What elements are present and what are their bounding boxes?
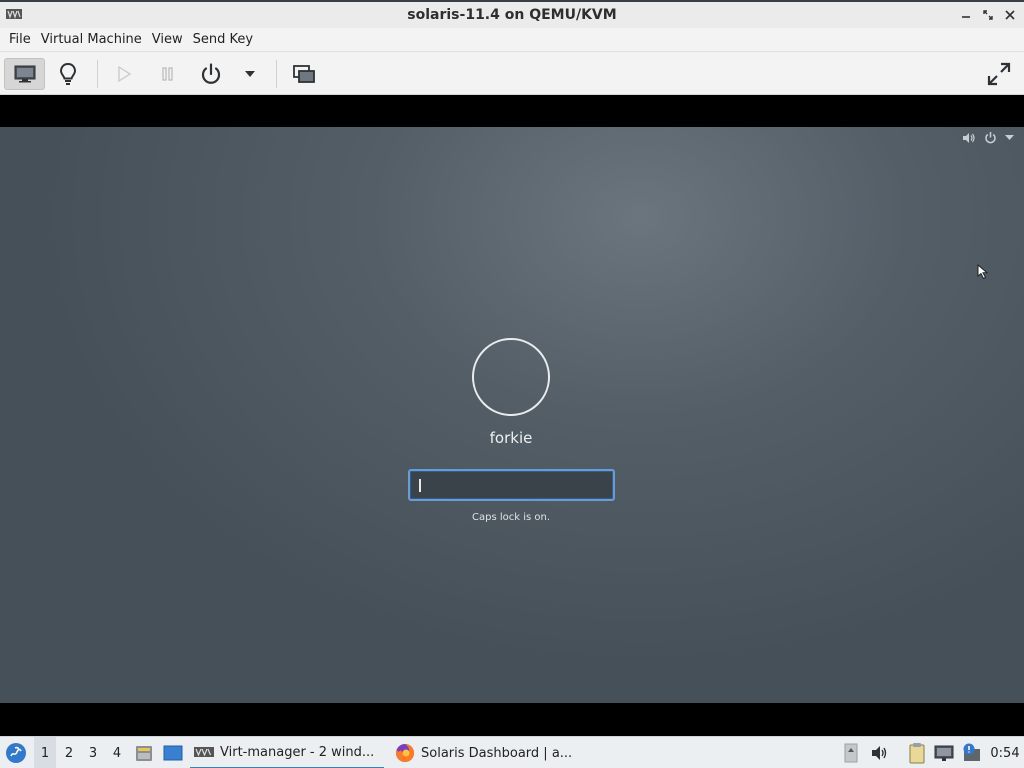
tray-notifications[interactable] <box>960 737 984 768</box>
task-firefox[interactable]: Solaris Dashboard | a... <box>391 737 587 768</box>
tray-network[interactable] <box>933 737 955 768</box>
virt-manager-icon <box>6 9 22 19</box>
tray-scroll-icon <box>844 743 858 763</box>
mouse-cursor-icon <box>977 264 989 280</box>
workspace-4[interactable]: 4 <box>106 737 128 768</box>
file-manager-launcher[interactable] <box>132 737 156 768</box>
menu-virtual-machine[interactable]: Virtual Machine <box>36 28 147 52</box>
tray-clipboard[interactable] <box>906 737 928 768</box>
task-virt-manager[interactable]: Virt-manager - 2 wind... <box>190 737 384 768</box>
fullscreen-icon <box>987 62 1011 86</box>
volume-icon <box>963 132 975 143</box>
chevron-down-icon <box>1005 134 1014 140</box>
user-avatar <box>472 338 550 416</box>
close-icon[interactable] <box>1002 6 1018 24</box>
fullscreen-button[interactable] <box>982 58 1016 90</box>
menu-file[interactable]: File <box>4 28 36 52</box>
toolbar <box>0 52 1024 95</box>
toolbar-separator <box>276 60 277 88</box>
toolbar-separator <box>97 60 98 88</box>
password-input[interactable] <box>408 469 615 501</box>
monitor-icon <box>14 65 35 83</box>
power-icon <box>201 63 221 84</box>
file-manager-icon <box>136 746 152 761</box>
shutdown-menu-button[interactable] <box>240 58 260 90</box>
tray-scroll[interactable] <box>843 737 859 768</box>
pause-button[interactable] <box>154 58 182 90</box>
virt-manager-icon <box>194 747 214 757</box>
vm-display-border <box>0 95 1024 127</box>
volume-icon <box>872 746 887 760</box>
taskbar-clock[interactable]: 0:54 <box>989 737 1021 768</box>
power-icon <box>985 132 996 144</box>
network-icon <box>934 745 954 761</box>
menu-view[interactable]: View <box>147 28 188 52</box>
notification-icon <box>963 743 980 761</box>
screens-icon <box>293 65 315 83</box>
window-titlebar[interactable]: solaris-11.4 on QEMU/KVM <box>0 0 1024 28</box>
snapshots-button[interactable] <box>289 58 319 90</box>
show-desktop-launcher[interactable] <box>161 737 185 768</box>
chevron-down-icon <box>245 71 255 77</box>
vm-status-area[interactable] <box>962 131 1014 144</box>
run-button[interactable] <box>110 58 138 90</box>
play-icon <box>118 65 132 83</box>
firefox-icon <box>395 744 414 762</box>
shutdown-button[interactable] <box>196 58 226 90</box>
clipboard-icon <box>909 743 925 764</box>
menu-send-key[interactable]: Send Key <box>188 28 258 52</box>
vm-display-border <box>0 703 1024 736</box>
details-button[interactable] <box>52 58 84 90</box>
tray-volume[interactable] <box>868 737 890 768</box>
pause-icon <box>162 67 173 81</box>
start-menu-button[interactable] <box>4 737 28 768</box>
text-caret <box>419 479 421 492</box>
login-username: forkie <box>489 429 533 447</box>
console-button[interactable] <box>4 58 45 90</box>
window-title: solaris-11.4 on QEMU/KVM <box>407 7 617 23</box>
start-menu-icon <box>6 743 26 763</box>
workspace-2[interactable]: 2 <box>58 737 80 768</box>
lightbulb-icon <box>59 62 77 85</box>
task-label: Virt-manager - 2 wind... <box>220 744 375 760</box>
maximize-icon[interactable] <box>980 6 996 24</box>
minimize-icon[interactable] <box>958 6 974 24</box>
menu-bar: File Virtual Machine View Send Key <box>0 28 1024 52</box>
workspace-1[interactable]: 1 <box>34 737 56 768</box>
caps-lock-warning: Caps lock is on. <box>471 512 550 523</box>
workspace-3[interactable]: 3 <box>82 737 104 768</box>
vm-display[interactable]: forkie Caps lock is on. <box>0 127 1024 703</box>
desktop-icon <box>163 745 183 761</box>
taskbar: 1 2 3 4 Virt-manager - 2 wind... Solaris… <box>0 736 1024 768</box>
window-controls <box>958 6 1018 24</box>
task-label: Solaris Dashboard | a... <box>421 745 573 761</box>
